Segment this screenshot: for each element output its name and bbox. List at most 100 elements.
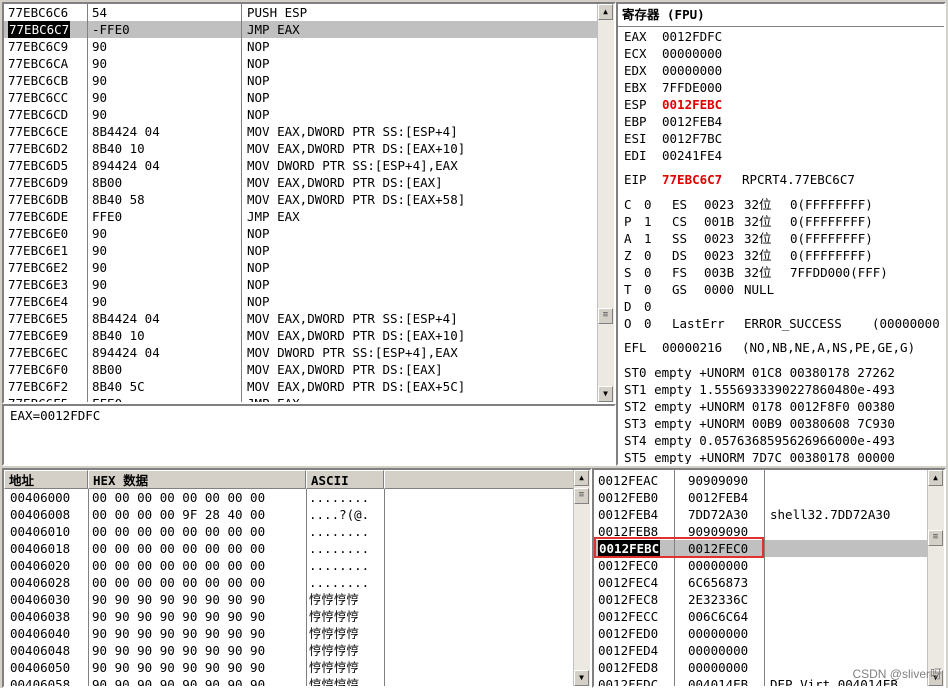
register-row-efl[interactable]: EFL 00000216 (NO,NB,NE,A,NS,PE,GE,G) — [622, 339, 928, 356]
scroll-up-arrow-icon[interactable]: ▲ — [928, 470, 943, 486]
dump-row[interactable]: 00406048 90 90 90 90 90 90 90 90 悙悙悙悙 — [4, 642, 574, 659]
scroll-thumb[interactable]: ≡ — [598, 308, 613, 324]
scroll-down-arrow-icon[interactable]: ▼ — [574, 670, 589, 686]
disasm-row[interactable]: 77EBC6D2 8B40 10 MOV EAX,DWORD PTR DS:[EAX… — [4, 140, 598, 157]
register-value[interactable]: 0012FEB4 — [662, 113, 722, 130]
dump-row[interactable]: 00406028 00 00 00 00 00 00 00 00........ — [4, 574, 574, 591]
disasm-row[interactable]: 77EBC6E4 90 NOP — [4, 293, 598, 310]
disasm-row[interactable]: 77EBC6E5 8B4424 04 MOV EAX,DWORD PTR SS:[E… — [4, 310, 598, 327]
fpu-register-row[interactable]: ST3 empty +UNORM 00B9 00380608 7C930 — [622, 415, 928, 432]
flag-row[interactable]: T 0 GS 0000 NULL — [622, 281, 928, 298]
flag-row[interactable]: C 0 ES 0023 32位 0(FFFFFFFF) — [622, 196, 928, 213]
dump-row[interactable]: 00406038 90 90 90 90 90 90 90 90 悙悙悙悙 — [4, 608, 574, 625]
stack-row[interactable]: 0012FED0 00000000 — [594, 625, 928, 642]
flag-bit[interactable]: 1 — [644, 213, 652, 230]
disasm-row[interactable]: 77EBC6CA 90 NOP — [4, 55, 598, 72]
register-row[interactable]: EDI 00241FE4 — [622, 147, 928, 164]
flag-bit[interactable]: 0 — [644, 247, 652, 264]
register-row[interactable]: EAX 0012FDFC — [622, 28, 928, 45]
register-row[interactable]: EBX 7FFDE000 — [622, 79, 928, 96]
dump-row[interactable]: 00406058 90 90 90 90 90 90 90 90 悙悙悙悙 — [4, 676, 574, 686]
dump-row[interactable]: 00406010 00 00 00 00 00 00 00 00........ — [4, 523, 574, 540]
register-row-eip[interactable]: EIP 77EBC6C7 RPCRT4.77EBC6C7 — [622, 171, 928, 188]
fpu-register-row[interactable]: ST4 empty 0.0576368595626966000e-493 — [622, 432, 928, 449]
flag-bit[interactable]: 0 — [644, 281, 652, 298]
disasm-row[interactable]: 77EBC6E0 90 NOP — [4, 225, 598, 242]
dump-row[interactable]: 00406030 90 90 90 90 90 90 90 90 悙悙悙悙 — [4, 591, 574, 608]
flag-bit[interactable]: 1 — [644, 230, 652, 247]
flag-row[interactable]: O 0 LastErr ERROR_SUCCESS (00000000 — [622, 315, 940, 332]
disasm-row[interactable]: 77EBC6F2 8B40 5C MOV EAX,DWORD PTR DS:[EAX… — [4, 378, 598, 395]
stack-row[interactable]: 0012FED4 00000000 — [594, 642, 928, 659]
disasm-row[interactable]: 77EBC6D9 8B00 MOV EAX,DWORD PTR DS:[EAX] — [4, 174, 598, 191]
disasm-row[interactable]: 77EBC6CC 90 NOP — [4, 89, 598, 106]
scroll-down-arrow-icon[interactable]: ▼ — [598, 386, 613, 402]
register-value[interactable]: 0012FEBC — [662, 96, 722, 113]
stack-row[interactable]: 0012FEAC 90909090 — [594, 472, 928, 489]
memory-dump-pane[interactable]: 地址 HEX 数据 ASCII 00406000 00 00 00 00 00 0… — [2, 468, 592, 688]
flag-row[interactable]: A 1 SS 0023 32位 0(FFFFFFFF) — [622, 230, 928, 247]
fpu-register-row[interactable]: ST5 empty +UNORM 7D7C 00380178 00000 — [622, 449, 928, 464]
stack-row[interactable]: 0012FEC0 00000000 — [594, 557, 928, 574]
dump-header-ascii[interactable]: ASCII — [306, 470, 384, 489]
flag-bit[interactable]: 0 — [644, 264, 652, 281]
register-value[interactable]: 0012FDFC — [662, 28, 722, 45]
register-value[interactable]: 77EBC6C7 — [662, 171, 722, 188]
register-value[interactable]: 7FFDE000 — [662, 79, 722, 96]
dump-scrollbar[interactable]: ▲ ≡ ▼ — [573, 470, 590, 686]
stack-pane[interactable]: 0012FEAC 90909090 0012FEB0 0012FEB4 0012FEB4… — [592, 468, 946, 688]
dump-header-hex[interactable]: HEX 数据 — [88, 470, 306, 489]
register-value[interactable]: 00000000 — [662, 45, 722, 62]
register-row[interactable]: EDX 00000000 — [622, 62, 928, 79]
dump-header-address[interactable]: 地址 — [4, 470, 88, 489]
disasm-row[interactable]: 77EBC6C7 -FFE0 JMP EAX — [4, 21, 598, 38]
register-row[interactable]: ECX 00000000 — [622, 45, 928, 62]
scroll-up-arrow-icon[interactable]: ▲ — [574, 470, 589, 486]
disasm-row[interactable]: 77EBC6D5 894424 04 MOV DWORD PTR SS:[ESP+4… — [4, 157, 598, 174]
stack-row[interactable]: 0012FEB4 7DD72A30 shell32.7DD72A30 — [594, 506, 928, 523]
dump-row[interactable]: 00406018 00 00 00 00 00 00 00 00........ — [4, 540, 574, 557]
disasm-row[interactable]: 77EBC6E2 90 NOP — [4, 259, 598, 276]
dump-row[interactable]: 00406050 90 90 90 90 90 90 90 90 悙悙悙悙 — [4, 659, 574, 676]
disasm-row[interactable]: 77EBC6E9 8B40 10 MOV EAX,DWORD PTR DS:[EAX… — [4, 327, 598, 344]
disasm-row[interactable]: 77EBC6C9 90 NOP — [4, 38, 598, 55]
register-value[interactable]: 0012F7BC — [662, 130, 722, 147]
stack-row[interactable]: 0012FEC8 2E32336C — [594, 591, 928, 608]
flag-bit[interactable]: 0 — [644, 315, 652, 332]
flag-bit[interactable]: 0 — [644, 196, 652, 213]
flag-row[interactable]: S 0 FS 003B 32位 7FFDD000(FFF) — [622, 264, 928, 281]
disassembly-pane[interactable]: 77EBC6C6 54 PUSH ESP 77EBC6C7 -FFE0 JMP EAX 77… — [2, 2, 616, 404]
disassembly-scrollbar[interactable]: ▲ ≡ ▼ — [597, 4, 614, 402]
disasm-row[interactable]: 77EBC6CD 90 NOP — [4, 106, 598, 123]
register-row[interactable]: ESP 0012FEBC — [622, 96, 928, 113]
disasm-row[interactable]: 77EBC6F0 8B00 MOV EAX,DWORD PTR DS:[EAX] — [4, 361, 598, 378]
disasm-row[interactable]: 77EBC6EC 894424 04 MOV DWORD PTR SS:[ESP+4… — [4, 344, 598, 361]
fpu-register-row[interactable]: ST1 empty 1.5556933390227860480e-493 — [622, 381, 928, 398]
dump-row[interactable]: 00406000 00 00 00 00 00 00 00 00........ — [4, 489, 574, 506]
dump-row[interactable]: 00406008 00 00 00 00 9F 28 40 00 ....?(@. — [4, 506, 574, 523]
disasm-row[interactable]: 77EBC6DE FFE0 JMP EAX — [4, 208, 598, 225]
stack-row[interactable]: 0012FEBC 0012FEC0 — [594, 540, 928, 557]
disasm-row[interactable]: 77EBC6CB 90 NOP — [4, 72, 598, 89]
dump-row[interactable]: 00406040 90 90 90 90 90 90 90 90 悙悙悙悙 — [4, 625, 574, 642]
fpu-register-row[interactable]: ST0 empty +UNORM 01C8 00380178 27262 — [622, 364, 928, 381]
stack-scrollbar[interactable]: ▲ ≡ ▼ — [927, 470, 944, 686]
stack-row[interactable]: 0012FEC4 6C656873 — [594, 574, 928, 591]
stack-row[interactable]: 0012FEB8 90909090 — [594, 523, 928, 540]
registers-pane[interactable]: 寄存器 (FPU) EAX 0012FDFC ECX 00000000 EDX 00000… — [616, 2, 946, 466]
fpu-register-row[interactable]: ST2 empty +UNORM 0178 0012F8F0 00380 — [622, 398, 928, 415]
disasm-row[interactable]: 77EBC6CE 8B4424 04 MOV EAX,DWORD PTR SS:[E… — [4, 123, 598, 140]
flag-row[interactable]: D0 — [622, 298, 928, 315]
register-value[interactable]: 00000216 — [662, 339, 722, 356]
flag-row[interactable]: Z 0 DS 0023 32位 0(FFFFFFFF) — [622, 247, 928, 264]
stack-row[interactable]: 0012FEB0 0012FEB4 — [594, 489, 928, 506]
flag-row[interactable]: P 1 CS 001B 32位 0(FFFFFFFF) — [622, 213, 928, 230]
register-value[interactable]: 00000000 — [662, 62, 722, 79]
disasm-row[interactable]: 77EBC6DB 8B40 58 MOV EAX,DWORD PTR DS:[EAX… — [4, 191, 598, 208]
disasm-row[interactable]: 77EBC6C6 54 PUSH ESP — [4, 4, 598, 21]
flag-bit[interactable]: 0 — [644, 298, 652, 315]
scroll-up-arrow-icon[interactable]: ▲ — [598, 4, 613, 20]
scroll-thumb[interactable]: ≡ — [574, 488, 589, 504]
stack-row[interactable]: 0012FECC 006C6C64 — [594, 608, 928, 625]
register-value[interactable]: 00241FE4 — [662, 147, 722, 164]
